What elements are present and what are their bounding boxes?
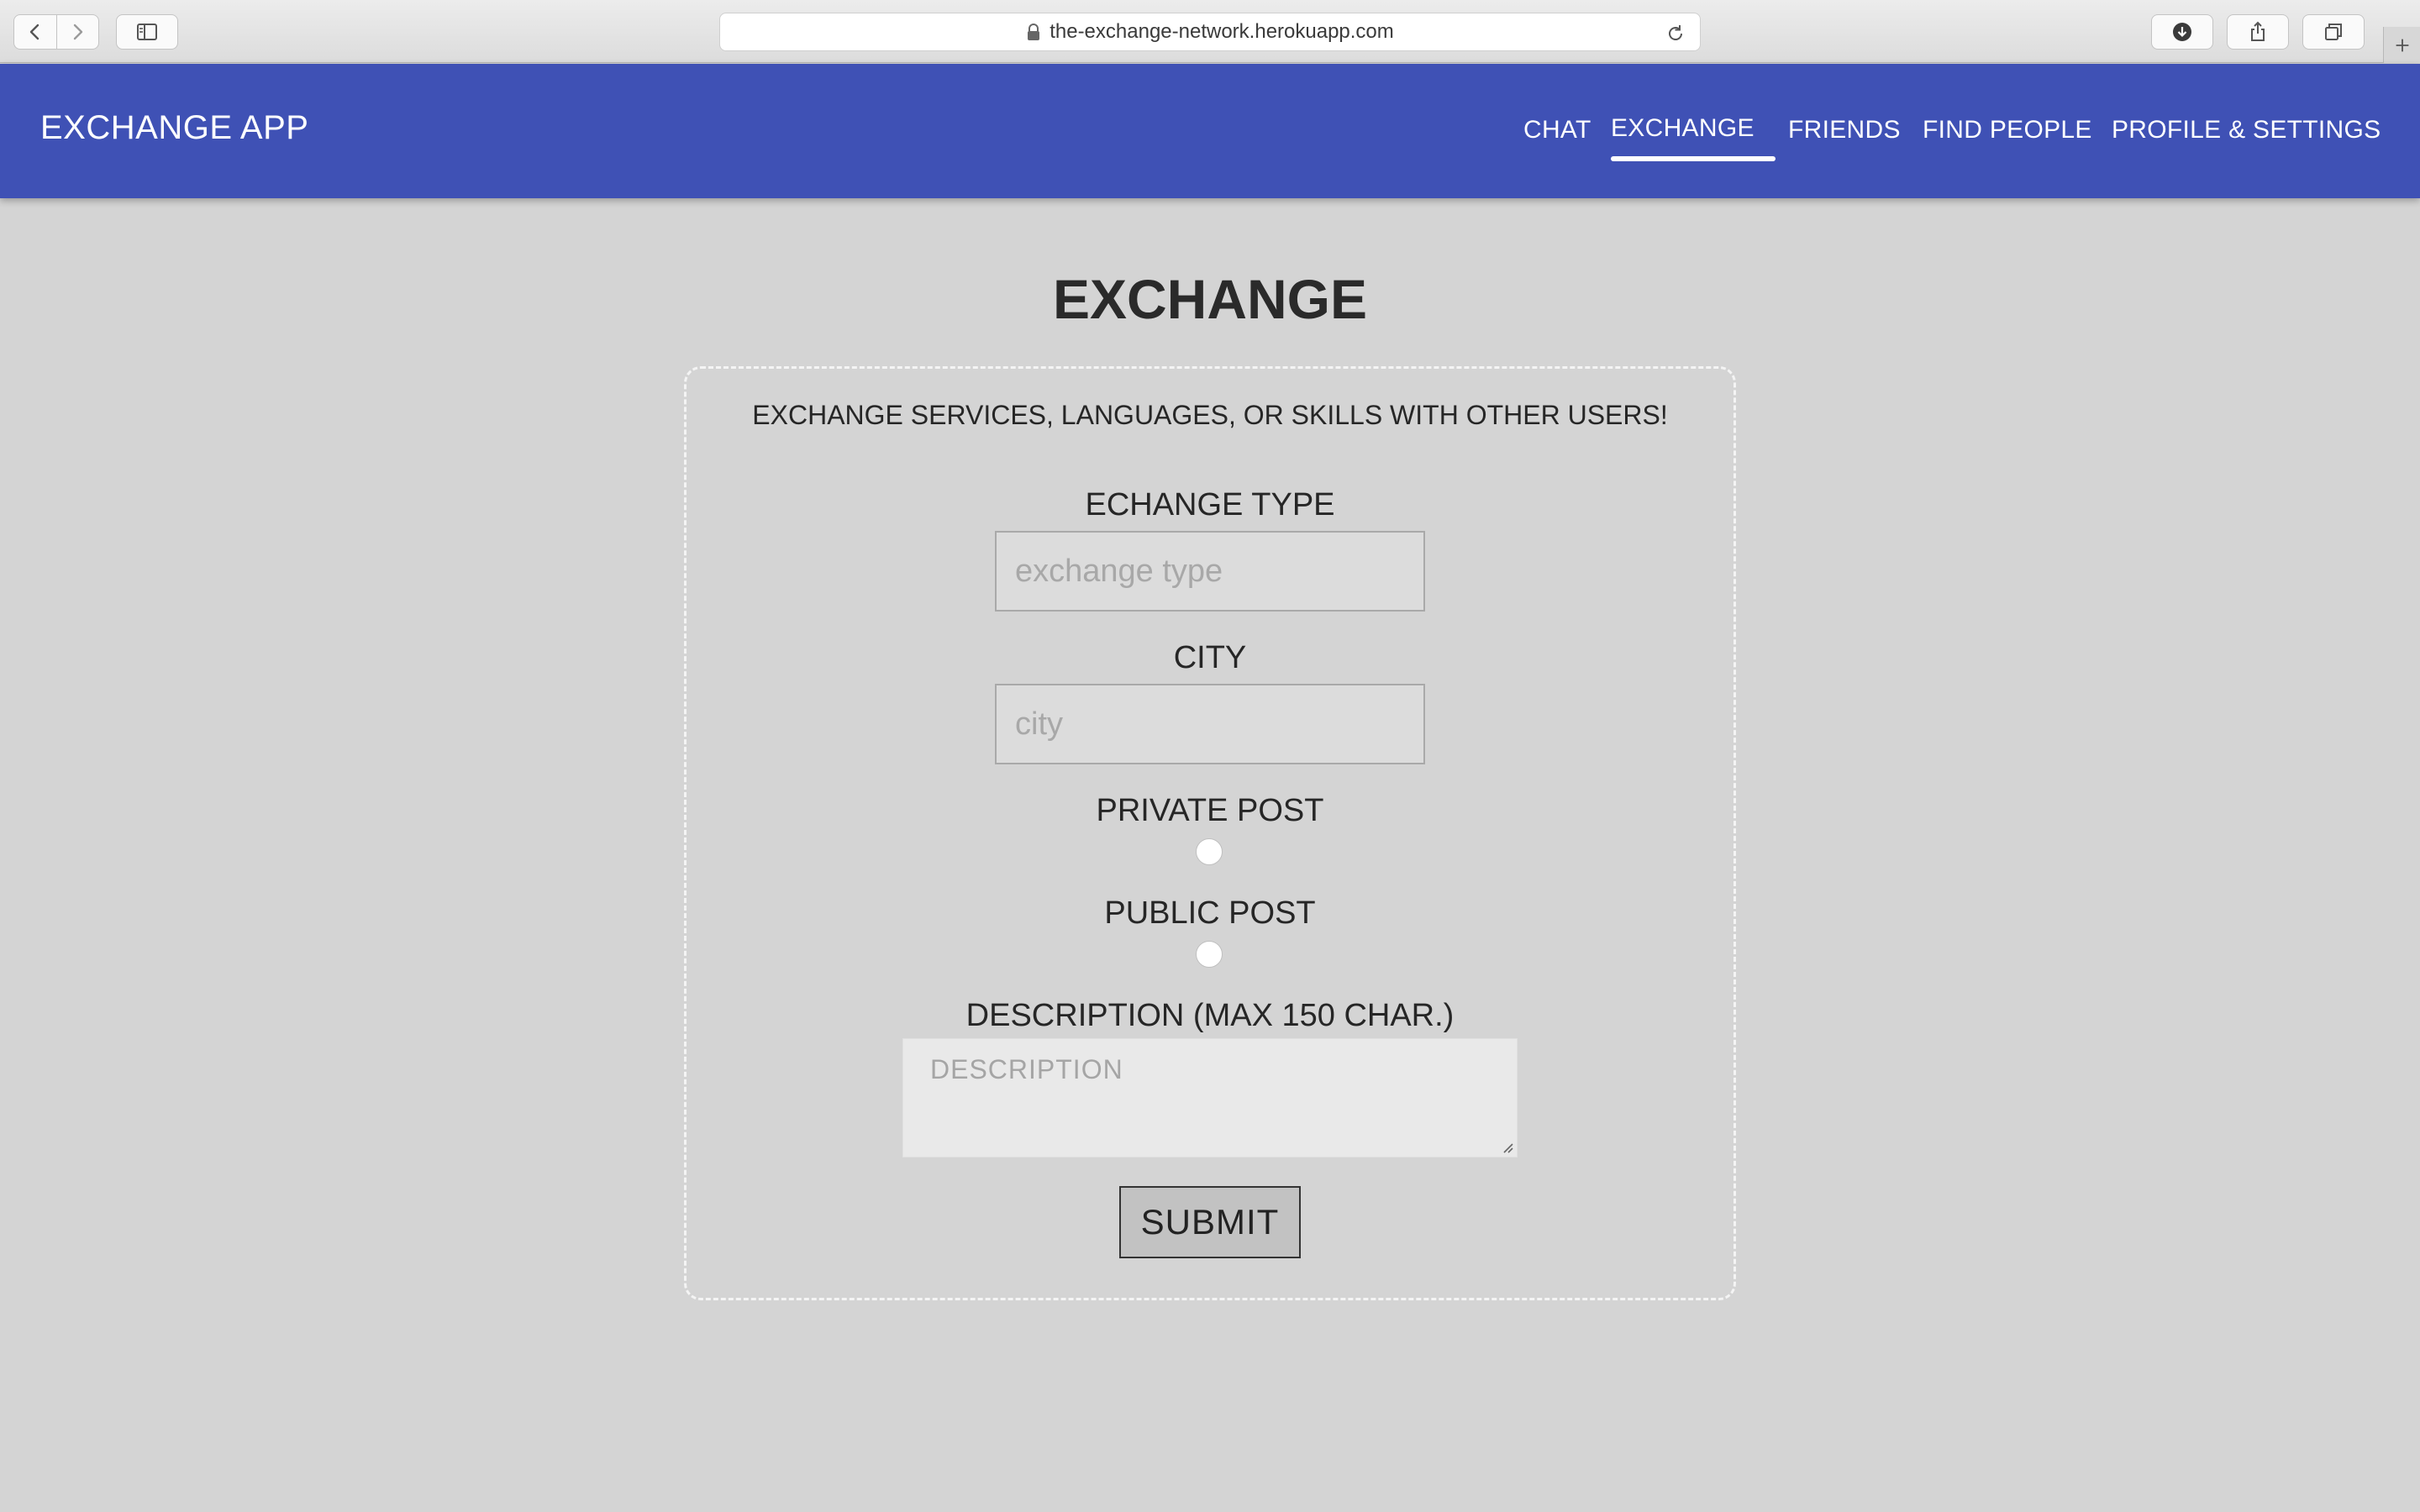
sidebar-icon xyxy=(137,24,157,40)
forward-button[interactable] xyxy=(56,15,98,49)
private-post-radio[interactable] xyxy=(1196,838,1223,865)
public-post-label: PUBLIC POST xyxy=(1104,895,1316,931)
share-button[interactable] xyxy=(2227,14,2289,50)
app-navbar: EXCHANGE APP CHAT EXCHANGE FRIENDS FIND … xyxy=(0,64,2420,198)
exchange-type-label: ECHANGE TYPE xyxy=(1085,487,1335,522)
lock-icon xyxy=(1028,24,1040,40)
chevron-right-icon xyxy=(74,24,83,40)
page-title: EXCHANGE xyxy=(1052,268,1368,330)
browser-toolbar: the-exchange-network.herokuapp.com xyxy=(0,0,2420,63)
public-post-radio[interactable] xyxy=(1196,941,1223,968)
downloads-button[interactable] xyxy=(2151,14,2213,50)
tab-overview-button[interactable] xyxy=(2302,14,2365,50)
city-label: CITY xyxy=(1173,640,1247,675)
sidebar-toggle-button[interactable] xyxy=(116,14,178,50)
brand-title[interactable]: EXCHANGE APP xyxy=(40,109,308,147)
exchange-type-input[interactable] xyxy=(995,531,1425,612)
nav-link-find-people[interactable]: FIND PEOPLE xyxy=(1923,116,2092,144)
active-tab-indicator xyxy=(1611,156,1776,161)
form-intro-text: EXCHANGE SERVICES, LANGUAGES, OR SKILLS … xyxy=(752,400,1668,430)
submit-button[interactable]: SUBMIT xyxy=(1119,1186,1301,1258)
reload-icon[interactable] xyxy=(1665,23,1686,45)
description-label: DESCRIPTION (MAX 150 CHAR.) xyxy=(965,998,1455,1033)
tabs-icon xyxy=(2325,24,2342,40)
resize-grip-icon[interactable] xyxy=(1499,1139,1514,1154)
nav-link-friends[interactable]: FRIENDS xyxy=(1788,116,1901,144)
download-icon xyxy=(2173,23,2191,41)
description-textarea[interactable] xyxy=(902,1038,1518,1158)
nav-link-profile-settings[interactable]: PROFILE & SETTINGS xyxy=(2112,116,2381,144)
city-input[interactable] xyxy=(995,684,1425,764)
share-icon xyxy=(2251,21,2265,41)
address-url: the-exchange-network.herokuapp.com xyxy=(1050,20,1394,43)
new-tab-button[interactable] xyxy=(2383,27,2420,63)
private-post-label: PRIVATE POST xyxy=(1096,793,1324,828)
nav-link-chat[interactable]: CHAT xyxy=(1523,116,1591,144)
plus-icon xyxy=(2396,39,2408,51)
address-bar[interactable]: the-exchange-network.herokuapp.com xyxy=(719,13,1701,51)
history-nav-group xyxy=(13,14,99,50)
back-button[interactable] xyxy=(14,15,56,49)
nav-link-exchange[interactable]: EXCHANGE xyxy=(1611,114,1754,143)
chevron-left-icon xyxy=(29,24,39,40)
